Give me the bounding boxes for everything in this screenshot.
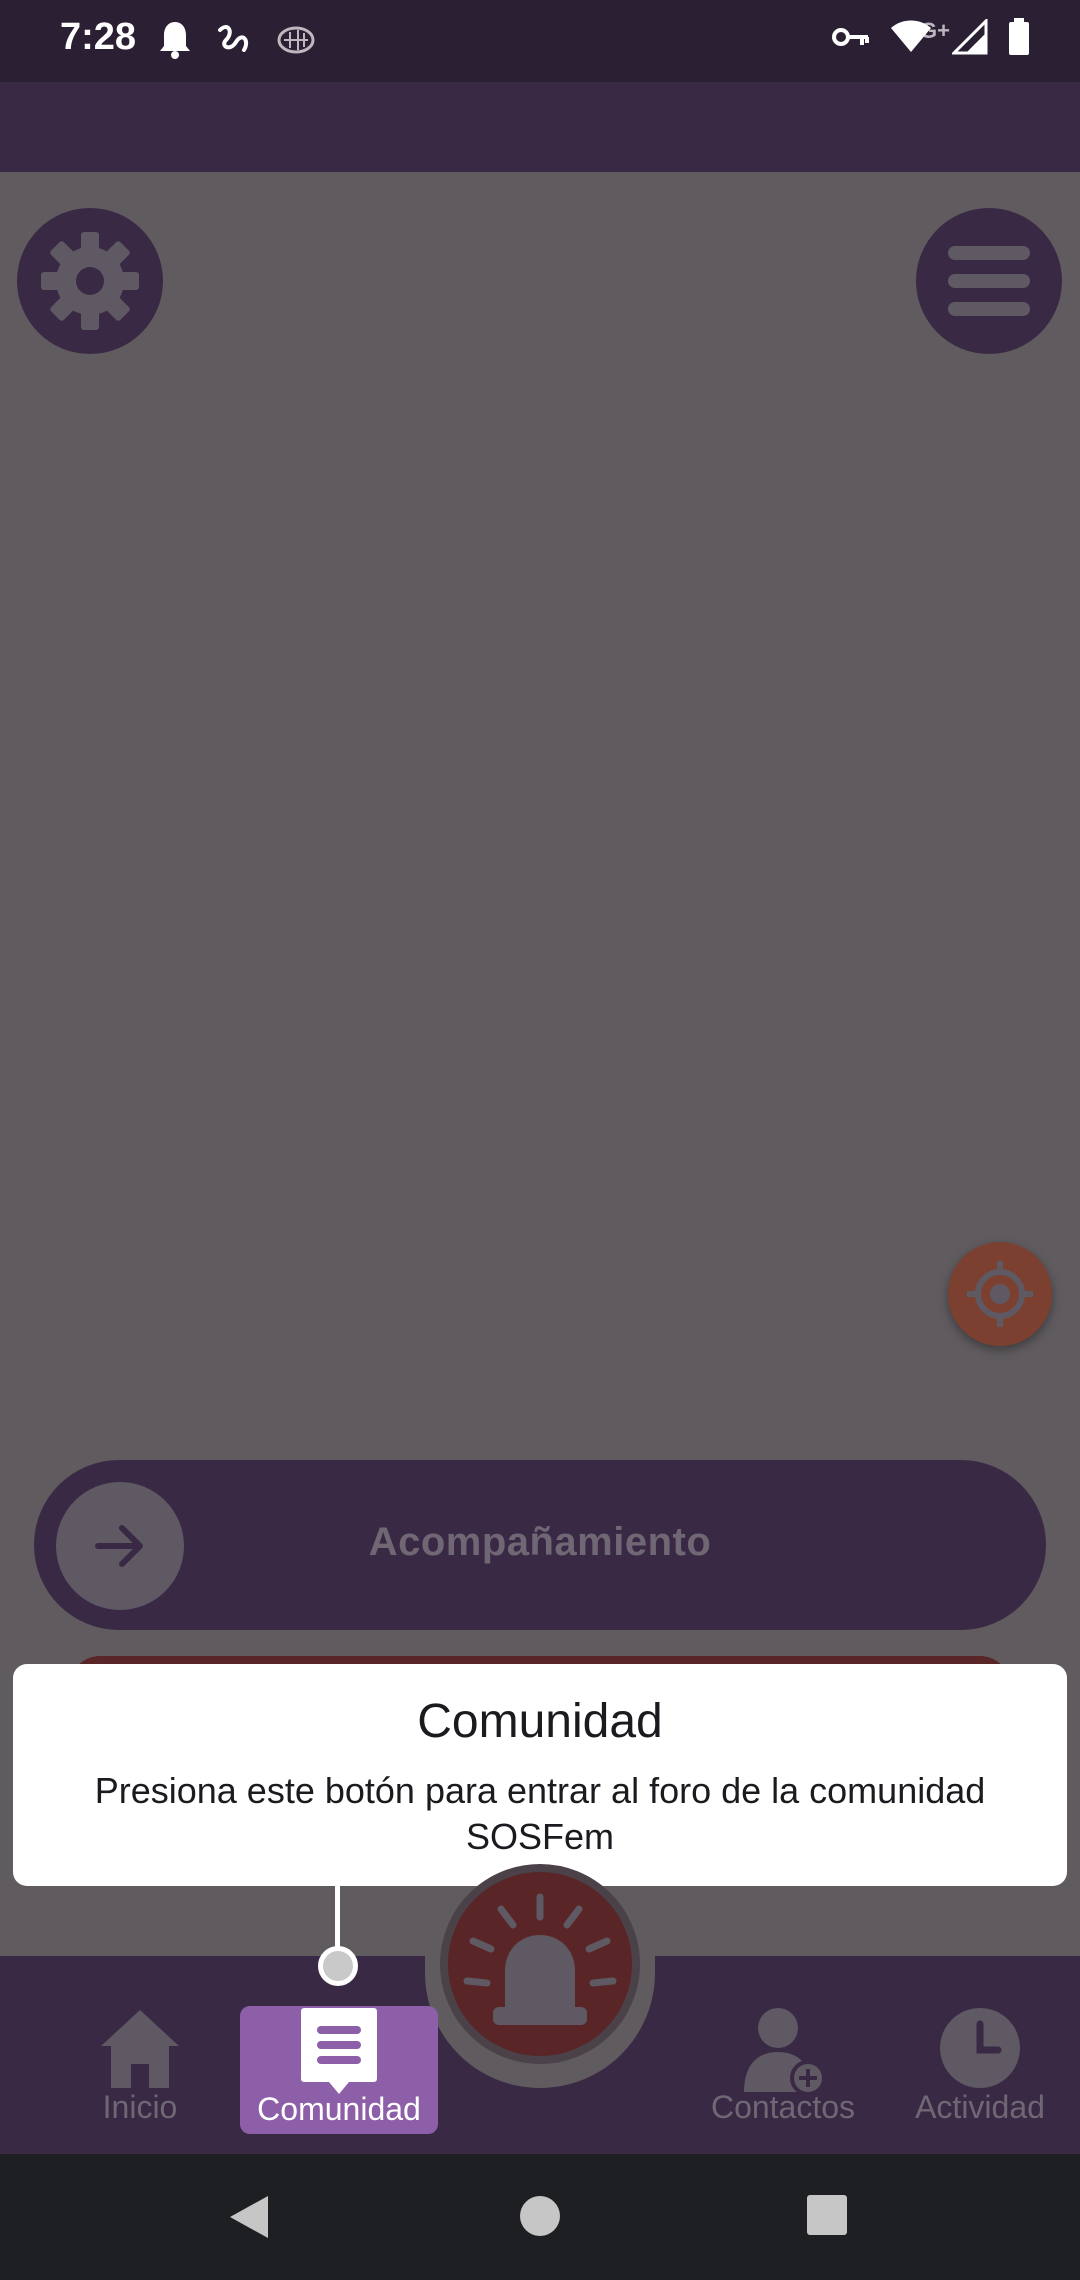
chat-bubble-icon [301, 2008, 377, 2094]
signal-icon [952, 19, 988, 55]
squiggle-app-icon [218, 25, 249, 52]
tooltip-title: Comunidad [417, 1695, 663, 1748]
nav-label-inicio: Inicio [102, 2089, 178, 2125]
sos-alarm-button[interactable] [440, 1864, 640, 2064]
settings-button[interactable] [17, 208, 163, 354]
home-circle-icon[interactable] [518, 2194, 562, 2238]
locate-me-button[interactable] [948, 1242, 1052, 1346]
nav-item-inicio[interactable]: Inicio [42, 2006, 238, 2132]
tooltip-pointer-dot [318, 1946, 358, 1986]
screen: { "status_bar": { "time": "7:28", "netwo… [0, 0, 1080, 2280]
status-time: 7:28 [60, 16, 137, 58]
hamburger-menu-icon [948, 246, 1030, 316]
app-bar [0, 82, 1080, 174]
tooltip-text: Presiona este botón para entrar al foro … [94, 1770, 986, 1857]
back-icon[interactable] [228, 2194, 270, 2240]
clock-icon [940, 2008, 1020, 2088]
accompaniment-label: Acompañamiento [368, 1520, 712, 1564]
battery-icon [1009, 18, 1029, 55]
nav-label-contactos: Contactos [710, 2089, 856, 2125]
menu-button[interactable] [916, 208, 1062, 354]
wifi-icon [891, 20, 931, 52]
bell-icon [160, 22, 190, 59]
nav-item-actividad[interactable]: Actividad [882, 2006, 1078, 2132]
system-navigation-bar [0, 2154, 1080, 2280]
tutorial-tooltip: Comunidad Presiona este botón para entra… [13, 1664, 1067, 1886]
gear-icon [41, 232, 139, 330]
accompaniment-slider[interactable]: Acompañamiento [34, 1460, 1046, 1630]
status-icons-left [158, 20, 316, 60]
home-icon [101, 2010, 179, 2088]
brain-app-icon [277, 26, 315, 54]
nav-label-comunidad: Comunidad [257, 2091, 421, 2127]
nav-label-actividad: Actividad [915, 2089, 1045, 2125]
nav-item-comunidad[interactable]: Comunidad [240, 2006, 438, 2134]
status-icons-right [832, 18, 1030, 56]
recents-square-icon[interactable] [806, 2194, 848, 2236]
nav-item-contactos[interactable]: Contactos [685, 2006, 881, 2132]
crosshair-target-icon [967, 1261, 1033, 1327]
status-bar: 7:28 4G+ [0, 0, 1080, 82]
alarm-siren-icon [463, 1893, 617, 2025]
vpn-key-icon [832, 28, 869, 46]
add-contact-icon [744, 2008, 826, 2096]
